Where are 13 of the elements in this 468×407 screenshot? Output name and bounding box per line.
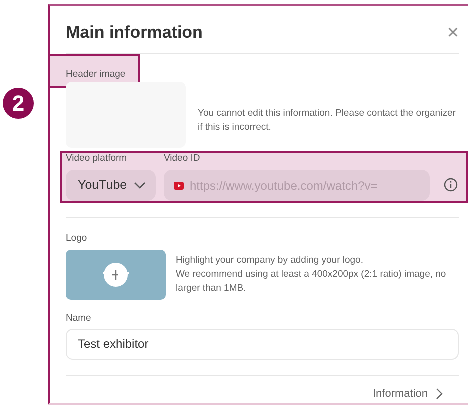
hint-text: Highlight your company by adding your logo. (176, 254, 364, 268)
field-label: Video platform (66, 152, 128, 166)
step-badge: 2 (3, 88, 34, 119)
info-text: You cannot edit this information. Please contact the organizer if this is incorrect. (198, 107, 457, 136)
platform-select[interactable]: YouTube (66, 170, 156, 202)
field-label: Video ID (164, 152, 202, 166)
hint-text: We recommend using at least a 400x200px (2:1 ratio) image, no larger than 1MB. (176, 268, 448, 296)
name-field[interactable]: Test exhibitor (66, 328, 459, 360)
field-label: Name (66, 312, 92, 326)
dialog-title: Main information (66, 22, 203, 44)
field-label: Logo (66, 232, 88, 246)
close-button[interactable]: × (447, 22, 459, 42)
next-link[interactable]: Information (372, 386, 443, 402)
